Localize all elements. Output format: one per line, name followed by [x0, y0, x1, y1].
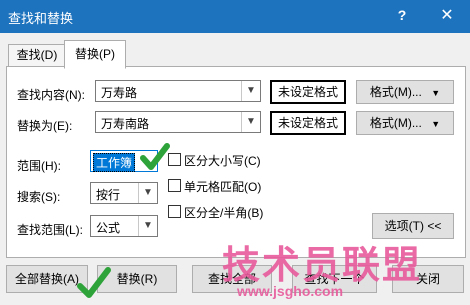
replace-input[interactable]: 万寿南路 ▼: [95, 111, 261, 133]
dropdown-arrow-icon: ▼: [431, 119, 441, 129]
replace-label: 替换为(E):: [17, 119, 73, 133]
search-value: 按行: [96, 188, 121, 202]
search-select[interactable]: 按行 ▼: [90, 182, 158, 204]
scope-label: 范围(H):: [17, 159, 61, 173]
match-byte-label: 区分全/半角(B): [184, 206, 264, 220]
watermark-url: www.jsgho.com: [237, 283, 344, 299]
replace-format-button[interactable]: 格式(M)... ▼: [356, 111, 454, 135]
match-cell-checkbox[interactable]: [168, 179, 181, 192]
lookin-label: 查找范围(L):: [17, 223, 84, 237]
chevron-down-icon[interactable]: ▼: [241, 112, 260, 132]
window-title: 查找和替换: [8, 11, 74, 26]
tab-find-label: 查找(D): [16, 48, 58, 62]
scope-value: 工作簿: [93, 153, 136, 172]
chevron-down-icon[interactable]: ▼: [138, 216, 157, 236]
lookin-select[interactable]: 公式 ▼: [90, 215, 158, 237]
replace-format-preview: 未设定格式: [270, 111, 346, 135]
tab-replace[interactable]: 替换(P): [64, 40, 126, 69]
find-input[interactable]: 万寿路 ▼: [95, 80, 261, 102]
match-case-label: 区分大小写(C): [184, 154, 261, 168]
close-window-button[interactable]: ✕: [432, 3, 462, 29]
find-format-preview: 未设定格式: [270, 80, 346, 104]
chevron-down-icon[interactable]: ▼: [241, 81, 260, 101]
tab-find[interactable]: 查找(D): [8, 44, 66, 66]
match-cell-label: 单元格匹配(O): [184, 180, 262, 194]
replace-format-label: 格式(M)...: [369, 116, 422, 130]
find-format-label: 格式(M)...: [369, 85, 422, 99]
tab-replace-label: 替换(P): [75, 47, 115, 61]
find-format-button[interactable]: 格式(M)... ▼: [356, 80, 454, 104]
help-button[interactable]: ?: [392, 7, 412, 25]
chevron-down-icon[interactable]: ▼: [138, 183, 157, 203]
find-format-status: 未设定格式: [277, 85, 338, 99]
find-label: 查找内容(N):: [17, 88, 85, 102]
lookin-value: 公式: [96, 221, 121, 235]
watermark-logo: 技术员联盟: [222, 245, 423, 287]
find-value: 万寿路: [101, 86, 138, 100]
replace-format-status: 未设定格式: [277, 116, 338, 130]
match-byte-checkbox[interactable]: [168, 205, 181, 218]
replace-value: 万寿南路: [101, 117, 150, 131]
search-label: 搜索(S):: [17, 190, 61, 204]
checkmark-annotation-icon: [77, 267, 111, 298]
dropdown-arrow-icon: ▼: [431, 88, 441, 98]
title-bar: 查找和替换 ? ✕: [0, 0, 470, 33]
checkmark-annotation-icon: [140, 143, 170, 170]
